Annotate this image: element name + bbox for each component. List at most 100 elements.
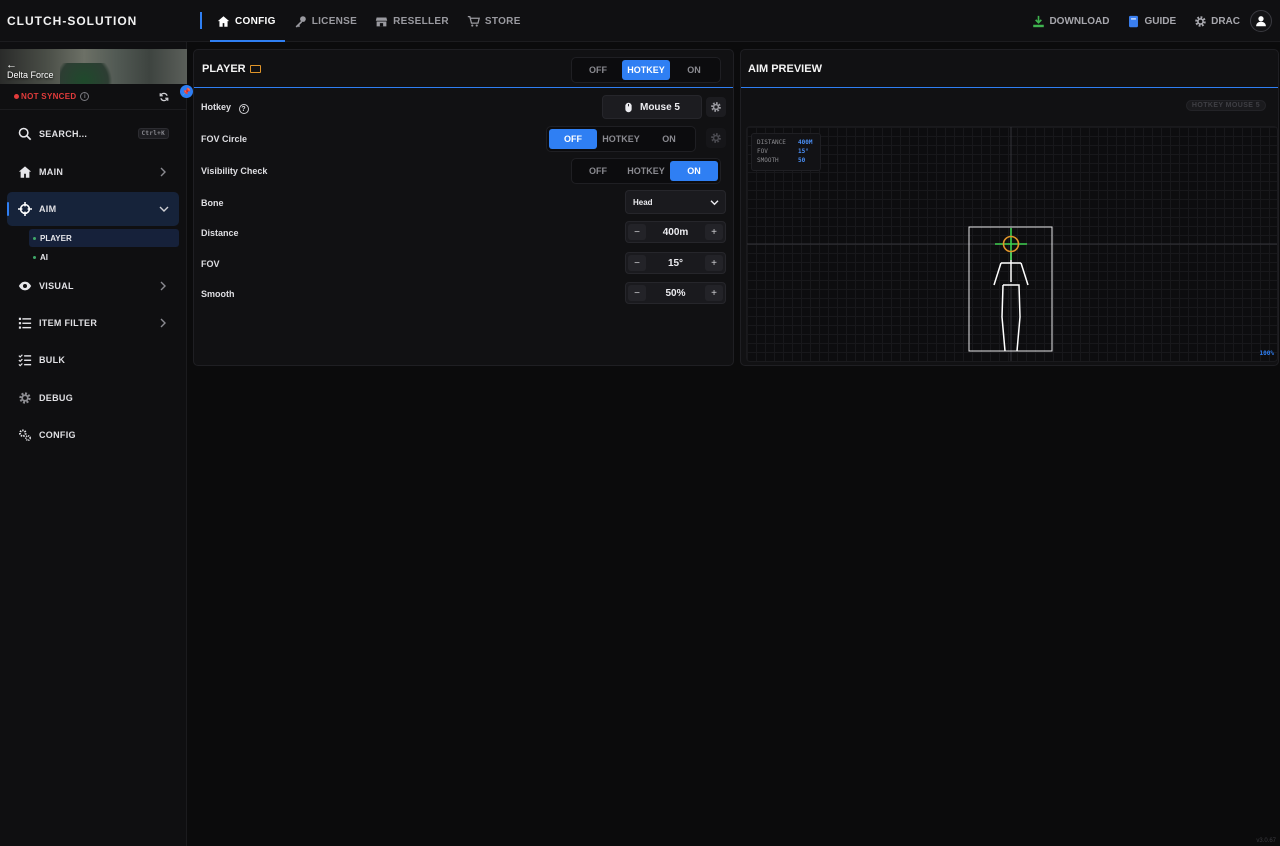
sidebar-item-debug[interactable]: DEBUG <box>7 381 179 415</box>
fov-label: FOV <box>201 259 220 269</box>
mode-on[interactable]: ON <box>670 60 718 80</box>
nav-license[interactable]: LICENSE <box>285 0 366 42</box>
sidebar-subitem-player[interactable]: PLAYER <box>29 229 179 247</box>
fov-circle-toggle: OFF HOTKEY ON <box>546 126 696 152</box>
fov-increment-button[interactable]: + <box>705 255 723 271</box>
sync-status: NOT SYNCED i <box>14 92 90 101</box>
fov-circle-settings-button[interactable] <box>706 128 726 148</box>
search-shortcut: Ctrl+K <box>137 128 169 139</box>
bone-select[interactable]: Head <box>625 190 726 214</box>
smooth-value[interactable]: 50% <box>665 288 685 299</box>
nav-reseller[interactable]: RESELLER <box>366 0 458 42</box>
preview-canvas: DISTANCE 400M FOV 15° SMOOTH 50 100% <box>746 126 1278 362</box>
preview-percent: 100% <box>1259 350 1274 357</box>
target-crosshair-icon <box>995 228 1027 260</box>
visibility-on[interactable]: ON <box>670 161 718 181</box>
visibility-off[interactable]: OFF <box>574 161 622 181</box>
download-button[interactable]: DOWNLOAD <box>1032 15 1109 28</box>
home-icon <box>217 15 230 27</box>
sidebar-item-bulk[interactable]: BULK <box>7 343 179 377</box>
sidebar-item-label: AIM <box>39 204 57 214</box>
sidebar-item-visual[interactable]: VISUAL <box>7 269 179 303</box>
subitem-label: AI <box>40 252 48 262</box>
avatar[interactable] <box>1250 10 1272 32</box>
aim-preview-panel: AIM PREVIEW HOTKEY MOUSE 5 DISTANCE 400M … <box>740 49 1279 366</box>
nav-store[interactable]: STORE <box>458 0 530 42</box>
list-icon <box>18 317 32 329</box>
nav-divider <box>200 12 202 29</box>
nav-license-label: LICENSE <box>311 15 358 27</box>
sidebar-item-aim[interactable]: AIM <box>7 192 179 226</box>
crosshair-icon <box>18 202 32 216</box>
user-name: DRAC <box>1211 15 1240 27</box>
sidebar-item-label: MAIN <box>39 167 64 177</box>
pin-icon[interactable]: 📌 <box>180 85 193 98</box>
search-icon <box>18 127 32 141</box>
chevron-down-icon <box>159 206 169 212</box>
gear-icon <box>711 102 721 112</box>
fov-value[interactable]: 15° <box>668 258 683 269</box>
visibility-check-toggle: OFF HOTKEY ON <box>571 158 721 184</box>
chevron-right-icon <box>160 167 166 177</box>
distance-label: Distance <box>201 228 239 238</box>
chevron-down-icon <box>710 200 719 206</box>
chevron-right-icon <box>160 281 166 291</box>
aim-preview-header: AIM PREVIEW <box>741 50 1278 88</box>
mode-off[interactable]: OFF <box>574 60 622 80</box>
hotkey-settings-button[interactable] <box>706 97 726 117</box>
top-nav: CONFIG LICENSE RESELLER STORE <box>208 0 530 42</box>
bullet <box>33 255 36 259</box>
distance-decrement-button[interactable]: − <box>628 224 646 240</box>
fov-circle-on[interactable]: ON <box>645 129 693 149</box>
smooth-increment-button[interactable]: + <box>704 285 723 301</box>
hotkey-label: Hotkey <box>201 102 232 112</box>
player-panel-header: PLAYER OFF HOTKEY ON <box>194 50 733 88</box>
visibility-hotkey[interactable]: HOTKEY <box>622 161 670 181</box>
eye-icon <box>18 281 32 291</box>
help-icon[interactable]: ? <box>238 104 249 114</box>
user-menu[interactable]: DRAC <box>1194 15 1240 28</box>
refresh-icon[interactable] <box>159 92 169 102</box>
mode-hotkey[interactable]: HOTKEY <box>622 60 670 80</box>
subitem-label: PLAYER <box>40 233 72 243</box>
sidebar-item-item-filter[interactable]: ITEM FILTER <box>7 306 179 340</box>
gear-icon <box>711 133 721 143</box>
bone-value: Head <box>633 197 653 207</box>
hotkey-button[interactable]: Mouse 5 <box>602 95 702 119</box>
sidebar-subitem-ai[interactable]: AI <box>29 248 179 266</box>
sidebar-search[interactable]: SEARCH... Ctrl+K <box>7 117 179 151</box>
bone-label: Bone <box>201 198 224 208</box>
fov-decrement-button[interactable]: − <box>628 255 646 271</box>
sidebar-item-label: ITEM FILTER <box>39 318 98 328</box>
sidebar-item-label: CONFIG <box>39 430 76 440</box>
bullet <box>33 236 36 240</box>
book-icon <box>1129 15 1139 27</box>
top-right-actions: DOWNLOAD GUIDE DRAC <box>1014 0 1272 42</box>
fov-circle-hotkey[interactable]: HOTKEY <box>597 129 645 149</box>
distance-stepper: − 400m + <box>625 221 726 243</box>
distance-value[interactable]: 400m <box>663 227 689 238</box>
gears-icon <box>19 429 32 442</box>
fov-circle-off[interactable]: OFF <box>549 129 597 149</box>
game-title: Delta Force <box>7 70 54 80</box>
page-title: PLAYER <box>202 63 261 75</box>
smooth-decrement-button[interactable]: − <box>628 285 646 301</box>
nav-reseller-label: RESELLER <box>393 15 449 27</box>
store-icon <box>375 16 388 26</box>
distance-increment-button[interactable]: + <box>704 224 723 240</box>
search-label: SEARCH... <box>39 129 88 139</box>
smooth-label: Smooth <box>201 289 235 299</box>
nav-config[interactable]: CONFIG <box>208 0 285 42</box>
sidebar-item-main[interactable]: MAIN <box>7 155 179 189</box>
sidebar-item-config[interactable]: CONFIG <box>7 418 179 452</box>
smooth-stepper: − 50% + <box>625 282 726 304</box>
player-panel: PLAYER OFF HOTKEY ON Hotkey ? Mouse 5 FO… <box>193 49 734 366</box>
sync-status-label: NOT SYNCED <box>21 92 77 101</box>
keyboard-icon <box>249 65 261 73</box>
info-icon[interactable]: i <box>80 92 90 101</box>
guide-button[interactable]: GUIDE <box>1127 15 1176 28</box>
game-banner[interactable]: ← Delta Force <box>0 49 187 84</box>
app-version: v3.0.67 <box>1256 838 1276 844</box>
aim-preview-title: AIM PREVIEW <box>748 63 822 75</box>
top-bar: CLUTCH-SOLUTION CONFIG LICENSE RESELLER … <box>0 0 1280 42</box>
